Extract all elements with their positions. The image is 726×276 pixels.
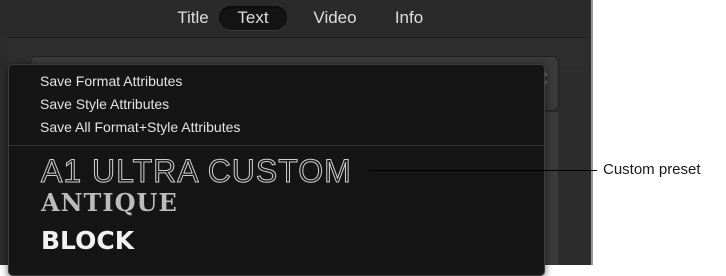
tab-text[interactable]: Text — [219, 6, 287, 30]
menu-item-save-style-attributes[interactable]: Save Style Attributes — [40, 94, 169, 114]
preset-block[interactable]: BLOCK — [41, 226, 134, 256]
preset-a1-ultra-custom[interactable]: A1 ULTRA CUSTOM — [41, 153, 352, 190]
tab-video[interactable]: Video — [299, 6, 371, 30]
callout-line — [369, 170, 597, 171]
menu-item-save-all-attributes[interactable]: Save All Format+Style Attributes — [40, 117, 240, 137]
tab-info[interactable]: Info — [383, 6, 435, 30]
tab-title[interactable]: Title — [164, 6, 222, 30]
menu-separator — [9, 145, 544, 146]
inspector-window: Title Text Video Info ▲▼ Save Format Att… — [0, 0, 591, 276]
preset-antique[interactable]: ANTIQUE — [41, 188, 178, 218]
window-edge — [591, 0, 593, 265]
inspector-tab-bar: Title Text Video Info — [0, 0, 591, 37]
callout-label: Custom preset — [603, 161, 701, 178]
menu-item-save-format-attributes[interactable]: Save Format Attributes — [40, 71, 182, 91]
